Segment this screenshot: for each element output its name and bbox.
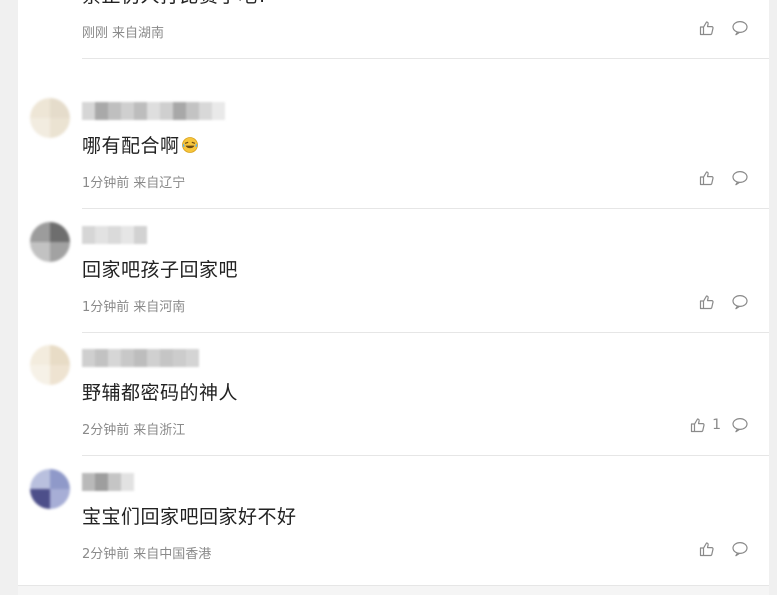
comment-actions [698,540,749,558]
username-pixel-block [147,102,160,120]
username-pixel-block [173,102,186,120]
comment-meta: 1分钟前 来自河南 [82,296,185,315]
username-pixel-block [121,102,134,120]
comment-bubble-icon[interactable] [731,416,749,434]
thumbs-up-icon[interactable] [698,19,716,37]
thumbs-up-icon[interactable] [698,169,716,187]
comment-time: 2分钟前 [82,423,130,438]
username-pixel-block [82,349,95,367]
comment-meta: 刚刚 来自湖南 [82,22,164,41]
comment-time: 2分钟前 [82,547,130,562]
comment-location: 来自浙江 [133,423,186,438]
comment-bubble-icon[interactable] [731,540,749,558]
username[interactable] [82,473,134,491]
divider [82,208,769,209]
username-pixel-block [82,226,95,244]
username[interactable] [82,349,199,367]
username-pixel-block [108,226,121,244]
username-pixel-block [186,349,199,367]
comment-meta: 2分钟前 来自中国香港 [82,543,211,562]
comment-text: 野辅都密码的神人 [82,382,239,404]
username-pixel-block [121,349,134,367]
comment-text: 禁止伪人打比赛了吧? [82,0,268,8]
comment-actions [698,169,749,187]
comment-time: 刚刚 [82,26,109,41]
username-pixel-block [95,226,108,244]
comment-time: 1分钟前 [82,300,130,315]
username-pixel-block [108,349,121,367]
comment-time: 1分钟前 [82,176,130,191]
comment-meta: 1分钟前 来自辽宁 [82,172,185,191]
comment-meta: 2分钟前 来自浙江 [82,419,185,438]
username-pixel-block [95,473,108,491]
username-pixel-block [160,102,173,120]
thumbs-up-icon[interactable] [689,416,707,434]
comment-text: 宝宝们回家吧回家好不好 [82,506,297,528]
comment-item: 禁止伪人打比赛了吧? 刚刚来自湖南 [18,0,769,59]
username-pixel-block [82,102,95,120]
comment-text: 哪有配合啊 [82,131,199,158]
comment-actions: 1 [689,416,749,434]
comment-text: 回家吧孩子回家吧 [82,259,239,281]
username-pixel-block [160,349,173,367]
username-pixel-block [134,102,147,120]
comment-location: 来自中国香港 [133,547,212,562]
comment-bubble-icon[interactable] [731,293,749,311]
username[interactable] [82,226,147,244]
username[interactable] [82,102,225,120]
username-pixel-block [95,102,108,120]
comment-item: 回家吧孩子回家吧 1分钟前 来自河南 [18,210,769,333]
avatar[interactable] [30,98,70,138]
username-pixel-block [186,102,199,120]
like-button[interactable] [698,540,721,558]
comment-location: 来自河南 [133,300,186,315]
comment-text-body: 哪有配合啊 [82,135,180,157]
username-pixel-block [147,349,160,367]
username-pixel-block [121,226,134,244]
avatar[interactable] [30,222,70,262]
avatar[interactable] [30,345,70,385]
thumbs-up-icon[interactable] [698,293,716,311]
like-button[interactable] [698,169,721,187]
avatar[interactable] [30,469,70,509]
username-pixel-block [108,473,121,491]
username-pixel-block [134,349,147,367]
username-pixel-block [121,473,134,491]
like-button[interactable] [698,293,721,311]
like-button[interactable] [698,19,721,37]
divider [82,455,769,456]
laughing-tears-emoji [181,137,198,153]
like-count: 1 [712,417,721,433]
comment-item: 野辅都密码的神人 2分钟前 来自浙江 1 [18,333,769,456]
like-button[interactable]: 1 [689,416,721,434]
comment-item: 宝宝们回家吧回家好不好 2分钟前 来自中国香港 [18,457,769,585]
divider [82,58,769,59]
comment-bubble-icon[interactable] [731,19,749,37]
username-pixel-block [134,226,147,244]
username-pixel-block [108,102,121,120]
username-pixel-block [212,102,225,120]
username-pixel-block [199,102,212,120]
comment-actions [698,19,749,37]
username-pixel-block [95,349,108,367]
comment-location: 来自湖南 [112,26,165,41]
thumbs-up-icon[interactable] [698,540,716,558]
comment-actions [698,293,749,311]
username-pixel-block [82,473,95,491]
username-pixel-block [173,349,186,367]
comment-item: 哪有配合啊 1分钟前 来自辽宁 [18,86,769,209]
comment-bubble-icon[interactable] [731,169,749,187]
comment-location: 来自辽宁 [133,176,186,191]
comment-list: 禁止伪人打比赛了吧? 刚刚来自湖南 哪有配合啊 1分钟前来自辽宁 回家吧孩子回家… [18,0,769,594]
